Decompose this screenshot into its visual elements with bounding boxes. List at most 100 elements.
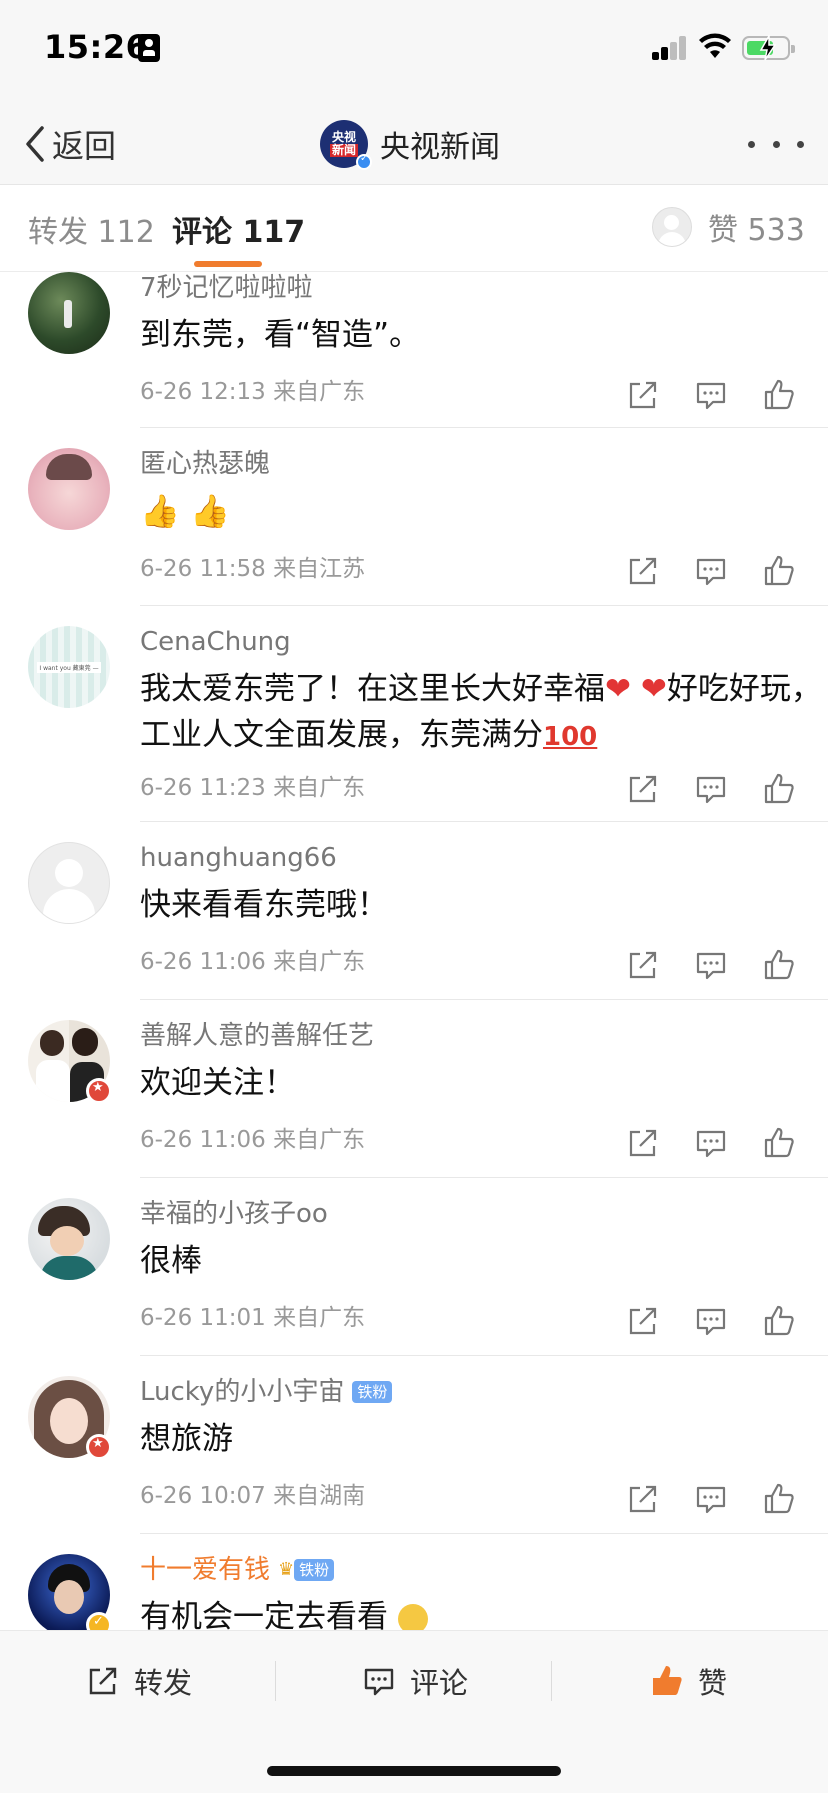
share-icon[interactable] [626, 772, 660, 806]
back-label: 返回 [52, 127, 117, 165]
comment-username[interactable]: 匿心热瑟魄 [140, 448, 828, 480]
more-dots-icon[interactable] [748, 134, 804, 154]
comment-text: 到东莞，看“智造”。 [140, 317, 421, 353]
comment-icon[interactable] [694, 948, 728, 982]
like-icon[interactable] [762, 1126, 796, 1160]
avatar[interactable] [28, 1376, 112, 1460]
comment-username[interactable]: Lucky的小小宇宙 铁粉 [140, 1376, 828, 1408]
signal-icon [652, 36, 688, 60]
active-tab-underline [194, 261, 262, 267]
comment-username[interactable]: 7秒记忆啦啦啦 [140, 272, 828, 304]
share-icon[interactable] [626, 554, 660, 588]
iron-fan-badge: 铁粉 [352, 1381, 393, 1403]
battery-icon [742, 35, 795, 61]
like-icon[interactable] [762, 772, 796, 806]
id-card-icon [138, 34, 160, 62]
top-area: 15:26 返回 央视 新闻 ✓ 央视新闻 [0, 0, 828, 185]
comment-text: 有机会一定去看看 [140, 1594, 828, 1630]
wifi-icon [699, 33, 731, 58]
liker-avatar [652, 207, 692, 247]
divider [140, 1533, 828, 1534]
like-icon[interactable] [762, 1304, 796, 1338]
divider [275, 1661, 276, 1701]
share-icon[interactable] [626, 1126, 660, 1160]
divider [140, 1355, 828, 1356]
like-button[interactable]: 赞 [650, 1653, 727, 1709]
avatar[interactable] [28, 448, 110, 530]
avatar[interactable] [28, 1198, 110, 1280]
comment-icon[interactable] [694, 554, 728, 588]
repost-button[interactable]: 转发 [86, 1653, 192, 1709]
avatar[interactable]: I want you 藏東莞 — [28, 626, 110, 708]
avatar[interactable] [28, 842, 110, 924]
tab-repost[interactable]: 转发 112 [28, 207, 155, 251]
divider [140, 821, 828, 822]
like-icon[interactable] [762, 554, 796, 588]
comment-actions [626, 948, 796, 982]
like-icon[interactable] [762, 1482, 796, 1516]
member-badge-icon [86, 1078, 112, 1104]
member-badge-icon [86, 1434, 112, 1460]
comment-icon[interactable] [694, 1126, 728, 1160]
divider [140, 999, 828, 1000]
tab-comment[interactable]: 评论 117 [172, 207, 305, 251]
comment-username[interactable]: CenaChung [140, 626, 828, 658]
like-icon[interactable] [762, 378, 796, 412]
iron-fan-badge: 铁粉 [294, 1559, 335, 1581]
like-icon[interactable] [762, 948, 796, 982]
share-icon[interactable] [626, 1304, 660, 1338]
home-indicator [267, 1766, 561, 1776]
comment-actions [626, 1126, 796, 1160]
nav-title: 央视新闻 [380, 130, 500, 165]
share-icon [89, 1667, 117, 1695]
comment-icon [364, 1668, 394, 1696]
back-button[interactable]: 返回 [22, 114, 116, 174]
comment-icon[interactable] [694, 378, 728, 412]
smile-emoji-icon [397, 1603, 428, 1630]
comment-actions [626, 1304, 796, 1338]
comment-username[interactable]: 幸福的小孩子oo [140, 1198, 828, 1230]
comment-icon[interactable] [694, 1482, 728, 1516]
comment-icon[interactable] [694, 1304, 728, 1338]
verified-icon [356, 153, 372, 170]
verified-gold-icon [86, 1612, 112, 1630]
likes-count: 赞 533 [708, 213, 805, 248]
comment-icon[interactable] [694, 772, 728, 806]
avatar[interactable] [28, 1020, 112, 1104]
cctv-news-logo: 央视 新闻 [320, 120, 372, 170]
status-time: 15:26 [44, 28, 149, 66]
comment-text: 很棒 [140, 1243, 202, 1279]
tab-likes[interactable]: 赞 533 [652, 205, 805, 249]
comment-actions [626, 1482, 796, 1516]
comment-username[interactable]: huanghuang66 [140, 842, 828, 874]
comment-emoji: 👍 👍 [140, 492, 230, 530]
back-chevron-icon [26, 126, 44, 162]
divider [140, 427, 828, 428]
nav-account[interactable]: 央视 新闻 央视新闻 [320, 114, 500, 174]
like-icon [653, 1666, 682, 1695]
comment-actions [626, 554, 796, 588]
divider [140, 605, 828, 606]
divider [551, 1661, 552, 1701]
hundred-emoji: 100 [543, 722, 598, 752]
heart-emoji: ❤ [640, 671, 667, 707]
share-icon[interactable] [626, 378, 660, 412]
crown-icon: ♛ [278, 1559, 295, 1580]
divider [140, 1177, 828, 1178]
comment-actions [626, 378, 796, 412]
nav-bar: 返回 央视 新闻 央视新闻 [0, 108, 828, 184]
status-bar: 15:26 [0, 0, 828, 100]
share-icon[interactable] [626, 948, 660, 982]
share-icon[interactable] [626, 1482, 660, 1516]
comment-text: 我太爱东莞了！在这里长大好幸福❤ ❤好吃好玩，工业人文全面发展，东莞满分100 [140, 671, 822, 753]
comment-actions [626, 772, 796, 806]
heart-emoji: ❤ [605, 671, 631, 707]
comment-text: 想旅游 [140, 1421, 233, 1457]
comment-username[interactable]: 十一爱有钱 ♛ 铁粉 [140, 1554, 828, 1586]
avatar[interactable] [28, 1554, 112, 1630]
comment-button[interactable]: 评论 [362, 1653, 468, 1709]
comment-username[interactable]: 善解人意的善解任艺 [140, 1020, 828, 1052]
tabs-bar: 转发 112 评论 117 赞 533 [0, 185, 828, 272]
comment-text: 欢迎关注！ [140, 1065, 295, 1101]
avatar[interactable] [28, 272, 110, 354]
